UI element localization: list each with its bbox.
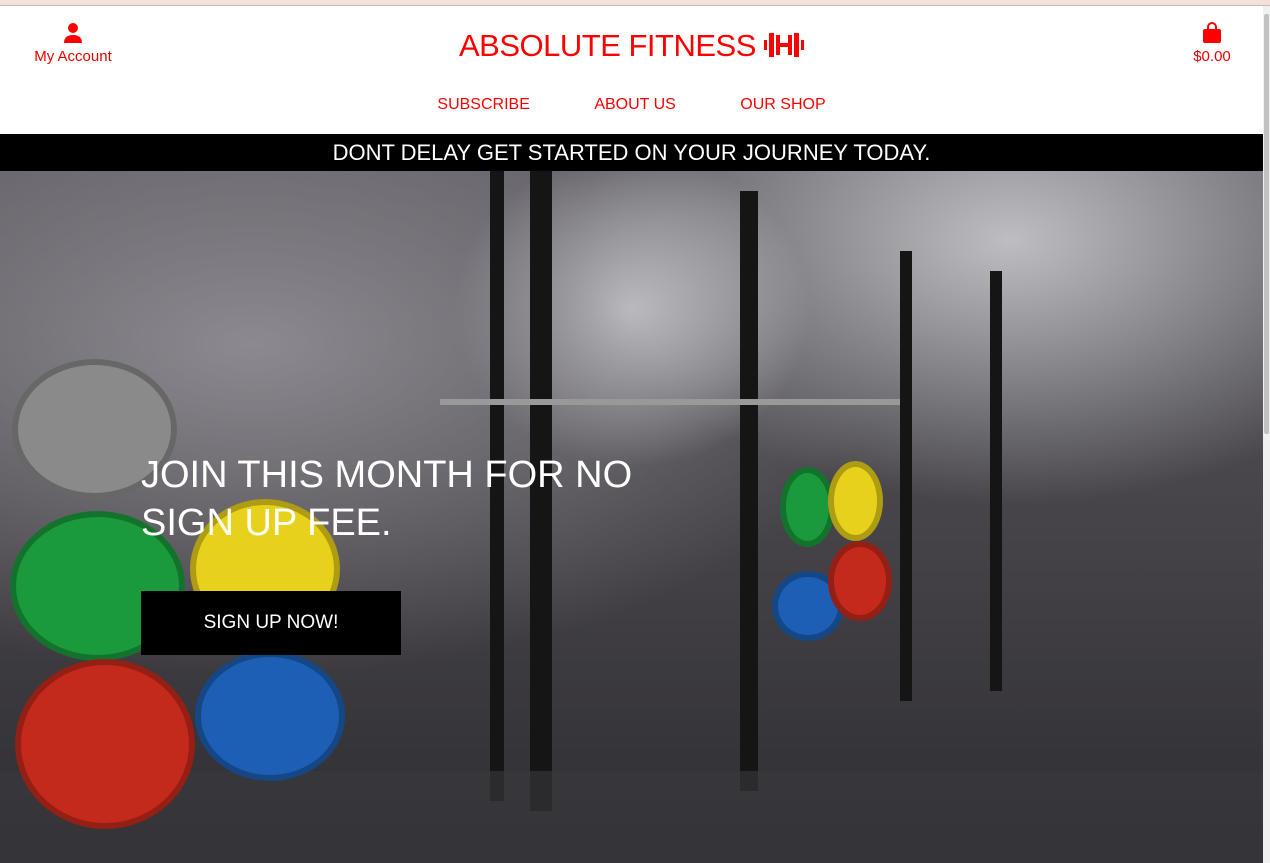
hero-section: JOIN THIS MONTH FOR NO SIGN UP FEE. SIGN… bbox=[0, 171, 1263, 863]
page: My Account ABSOLUTE FITNESS $0.00 SUBSCR… bbox=[0, 6, 1263, 863]
scrollbar-thumb[interactable] bbox=[1264, 14, 1269, 434]
nav-about-us[interactable]: ABOUT US bbox=[594, 96, 676, 114]
dumbbell-icon bbox=[764, 33, 805, 57]
site-logo[interactable]: ABSOLUTE FITNESS bbox=[0, 28, 1263, 64]
sign-up-button[interactable]: SIGN UP NOW! bbox=[141, 591, 401, 655]
main-nav: SUBSCRIBE ABOUT US OUR SHOP bbox=[0, 96, 1263, 114]
nav-our-shop[interactable]: OUR SHOP bbox=[740, 96, 825, 114]
logo-text: ABSOLUTE FITNESS bbox=[458, 28, 756, 63]
site-header: My Account ABSOLUTE FITNESS $0.00 SUBSCR… bbox=[0, 6, 1263, 134]
promo-banner: DONT DELAY GET STARTED ON YOUR JOURNEY T… bbox=[0, 134, 1263, 171]
scrollbar[interactable] bbox=[1263, 6, 1270, 863]
shopping-bag-icon bbox=[1203, 22, 1221, 43]
cart-total: $0.00 bbox=[1193, 48, 1231, 65]
nav-subscribe[interactable]: SUBSCRIBE bbox=[437, 96, 529, 114]
cart-link[interactable]: $0.00 bbox=[1188, 22, 1236, 65]
hero-heading: JOIN THIS MONTH FOR NO SIGN UP FEE. bbox=[141, 454, 633, 544]
